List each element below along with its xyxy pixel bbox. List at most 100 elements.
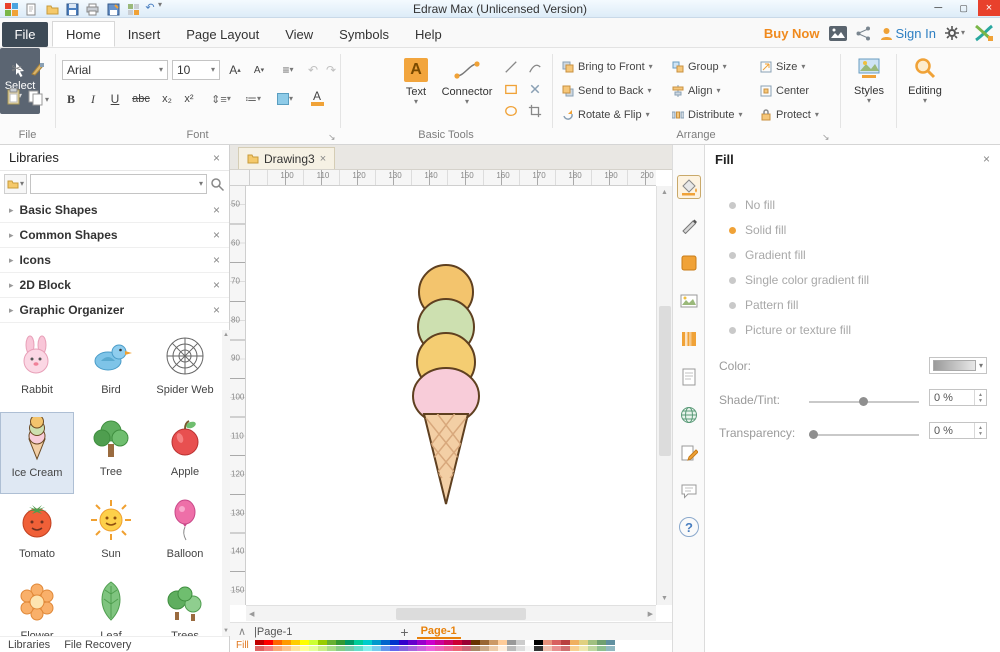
font-color-button[interactable]: A	[304, 88, 330, 108]
format-painter-icon[interactable]	[30, 61, 46, 77]
palette-swatch[interactable]	[461, 646, 471, 651]
palette-swatch[interactable]	[344, 640, 354, 645]
palette-swatch[interactable]	[452, 646, 462, 651]
category-close-icon[interactable]: ×	[213, 203, 220, 217]
palette-swatch[interactable]	[389, 640, 399, 645]
palette-swatch[interactable]	[596, 646, 606, 651]
shape-apple[interactable]: Apple	[148, 412, 222, 494]
palette-swatch[interactable]	[263, 646, 273, 651]
superscript-button[interactable]: x²	[180, 90, 198, 108]
palette-swatch[interactable]	[290, 640, 300, 645]
palette-swatch[interactable]	[299, 640, 309, 645]
palette-swatch[interactable]	[290, 646, 300, 651]
palette-swatch[interactable]	[299, 646, 309, 651]
arrange-dialog-launcher-icon[interactable]: ↘	[822, 132, 830, 143]
palette-swatch[interactable]	[542, 640, 552, 645]
tab-symbols[interactable]: Symbols	[326, 22, 402, 46]
tab-libraries[interactable]: Libraries	[8, 639, 50, 651]
picture-panel-icon[interactable]	[677, 289, 701, 313]
palette-swatch[interactable]	[470, 640, 480, 645]
palette-swatch[interactable]	[515, 646, 525, 651]
shape-trees[interactable]: Trees	[148, 576, 222, 636]
buy-now-link[interactable]: Buy Now	[764, 26, 820, 41]
highlight-button[interactable]: ▾	[272, 90, 298, 108]
delete-tool-icon[interactable]	[526, 80, 544, 98]
hyperlink-globe-icon[interactable]	[677, 403, 701, 427]
shape-format-icon[interactable]	[677, 251, 701, 275]
paste-icon[interactable]	[6, 88, 22, 106]
palette-swatch[interactable]	[551, 646, 561, 651]
palette-swatch[interactable]	[317, 646, 327, 651]
palette-swatch[interactable]	[605, 640, 615, 645]
scroll-up-icon[interactable]: ▲	[657, 189, 672, 196]
curve-tool-icon[interactable]	[526, 58, 544, 76]
fill-option-solid-fill[interactable]: Solid fill	[729, 220, 786, 240]
spinner-arrows-icon[interactable]: ▲ ▼	[974, 390, 986, 405]
settings-group[interactable]: ▾	[944, 26, 965, 40]
category-close-icon[interactable]: ×	[213, 303, 220, 317]
tab-home[interactable]: Home	[52, 21, 115, 47]
palette-swatch[interactable]	[461, 640, 471, 645]
export-image-icon[interactable]	[828, 25, 847, 41]
shade-tint-slider[interactable]	[809, 397, 919, 406]
shade-tint-slider-thumb[interactable]	[859, 397, 868, 406]
palette-swatch[interactable]	[317, 640, 327, 645]
rectangle-tool-icon[interactable]	[502, 80, 520, 98]
group-button[interactable]: Group ▾	[672, 56, 727, 77]
palette-swatch[interactable]	[488, 646, 498, 651]
ellipse-tool-icon[interactable]	[502, 102, 520, 120]
palette-swatch[interactable]	[263, 640, 273, 645]
palette-swatch[interactable]	[470, 646, 480, 651]
page-tab[interactable]: Page-1	[416, 625, 461, 639]
font-dialog-launcher-icon[interactable]: ↘	[328, 132, 336, 143]
add-page-button[interactable]: +	[400, 624, 408, 640]
palette-swatch[interactable]	[569, 640, 579, 645]
library-category-2d-block[interactable]: ▸ 2D Block ×	[0, 273, 229, 298]
palette-swatch[interactable]	[416, 646, 426, 651]
share-icon[interactable]	[856, 26, 871, 41]
comment-panel-icon[interactable]	[677, 479, 701, 503]
palette-swatch[interactable]	[506, 640, 516, 645]
palette-swatch[interactable]	[533, 640, 543, 645]
align-text-button[interactable]: ≡ ▾	[276, 61, 300, 79]
palette-swatch[interactable]	[596, 640, 606, 645]
tab-help[interactable]: Help	[402, 22, 455, 46]
strikethrough-button[interactable]: abc	[128, 90, 154, 108]
rotate-flip-button[interactable]: Rotate & Flip ▾	[562, 104, 650, 125]
redo-button[interactable]: ↷	[322, 61, 340, 79]
palette-swatch[interactable]	[542, 646, 552, 651]
palette-row-2[interactable]	[254, 646, 615, 651]
italic-button[interactable]: I	[84, 90, 102, 108]
fill-option-picture-texture[interactable]: Picture or texture fill	[729, 320, 851, 340]
palette-swatch[interactable]	[407, 646, 417, 651]
minimize-button[interactable]: ─	[927, 0, 949, 16]
tab-page-layout[interactable]: Page Layout	[173, 22, 272, 46]
help-icon[interactable]: ?	[679, 517, 699, 537]
palette-swatch[interactable]	[362, 646, 372, 651]
library-category-graphic-organizer[interactable]: ▸ Graphic Organizer ×	[0, 298, 229, 323]
search-input[interactable]	[34, 178, 199, 190]
bold-button[interactable]: B	[62, 90, 80, 108]
palette-swatch[interactable]	[515, 640, 525, 645]
connector-tool-button[interactable]: Connector ▾	[438, 58, 496, 106]
shape-balloon[interactable]: Balloon	[148, 494, 222, 576]
center-button[interactable]: Center	[760, 80, 809, 101]
palette-swatch[interactable]	[452, 640, 462, 645]
scroll-right-icon[interactable]: ▶	[648, 610, 653, 618]
align-button[interactable]: Align ▾	[672, 80, 720, 101]
collapse-panel-icon[interactable]: ∧	[238, 625, 246, 638]
palette-swatch[interactable]	[605, 646, 615, 651]
grow-font-button[interactable]: A ▴	[226, 61, 244, 79]
scroll-down-icon[interactable]: ▼	[222, 628, 230, 634]
library-panel-icon[interactable]	[677, 327, 701, 351]
palette-swatch[interactable]	[425, 640, 435, 645]
drawing-page[interactable]	[246, 186, 656, 605]
palette-swatch[interactable]	[335, 646, 345, 651]
palette-swatch[interactable]	[443, 640, 453, 645]
line-tool-icon[interactable]	[502, 58, 520, 76]
transparency-slider[interactable]	[809, 430, 919, 439]
underline-button[interactable]: U	[106, 90, 124, 108]
palette-swatch[interactable]	[488, 640, 498, 645]
shape-tree[interactable]: Tree	[74, 412, 148, 494]
palette-swatch[interactable]	[326, 646, 336, 651]
